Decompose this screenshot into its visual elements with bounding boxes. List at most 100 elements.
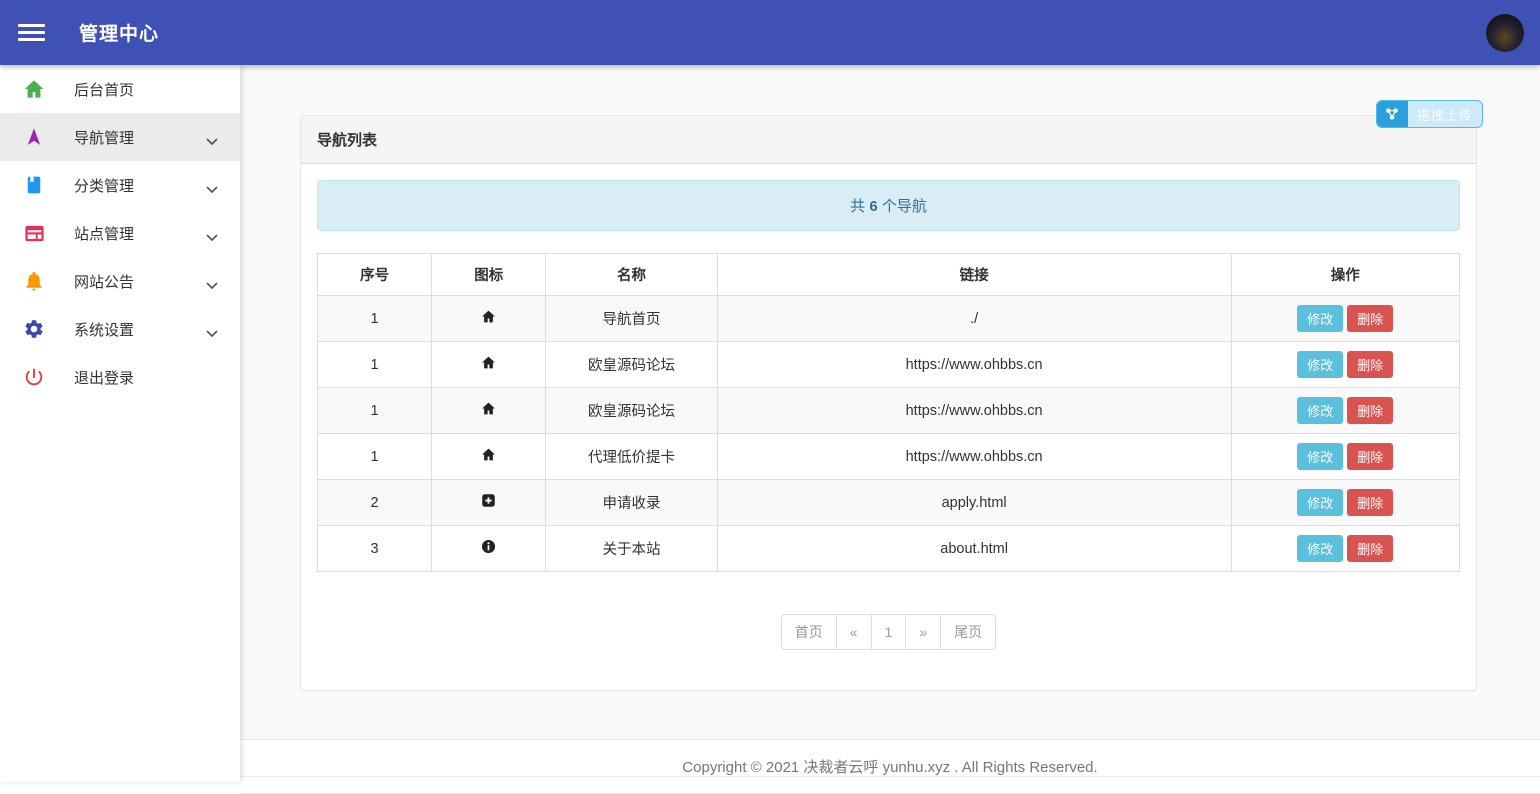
chevron-down-icon: [206, 277, 218, 294]
edit-button[interactable]: 修改: [1297, 489, 1343, 516]
book-icon: [22, 173, 46, 197]
row-icon-cell: [432, 296, 546, 342]
delete-button[interactable]: 删除: [1347, 305, 1393, 332]
row-icon-cell: [432, 388, 546, 434]
sidebar-item-category-management[interactable]: 分类管理: [0, 161, 240, 209]
table-row: 2 申请收录 apply.html 修改删除: [318, 480, 1460, 526]
row-no: 3: [318, 526, 432, 572]
column-header-ops: 操作: [1231, 254, 1459, 296]
plus-square-icon: [481, 493, 496, 508]
avatar[interactable]: [1486, 14, 1524, 52]
floating-upload-widget[interactable]: 拖拽上传: [1376, 100, 1483, 128]
sidebar-item-label: 网站公告: [74, 271, 134, 292]
site-icon: [22, 221, 46, 245]
alert-text: 共: [850, 198, 869, 215]
navigation-icon: [22, 125, 46, 149]
pagination-next[interactable]: »: [905, 614, 941, 650]
card-title: 导航列表: [301, 116, 1476, 164]
nav-list-card: 导航列表 共 6 个导航 序号 图标 名称 链接 操作: [300, 115, 1477, 691]
edit-button[interactable]: 修改: [1297, 351, 1343, 378]
share-nodes-icon: [1377, 101, 1408, 127]
menu-toggle-button[interactable]: [18, 20, 46, 45]
sidebar: 后台首页 导航管理 分类管理: [0, 65, 240, 782]
home-icon: [22, 77, 46, 101]
chevron-down-icon: [206, 181, 218, 198]
delete-button[interactable]: 删除: [1347, 397, 1393, 424]
row-icon-cell: [432, 480, 546, 526]
column-header-name: 名称: [546, 254, 717, 296]
pagination: 首页 « 1 » 尾页: [317, 614, 1460, 650]
table-row: 1 欧皇源码论坛 https://www.ohbbs.cn 修改删除: [318, 388, 1460, 434]
pagination-first[interactable]: 首页: [781, 614, 837, 650]
pagination-last[interactable]: 尾页: [940, 614, 996, 650]
row-no: 1: [318, 296, 432, 342]
edit-button[interactable]: 修改: [1297, 305, 1343, 332]
power-icon: [22, 365, 46, 389]
chevron-down-icon: [206, 133, 218, 150]
sidebar-item-label: 系统设置: [74, 319, 134, 340]
chevron-down-icon: [206, 325, 218, 342]
main-content: 拖拽上传 导航列表 共 6 个导航 序号 图标 名称 链接 操作: [240, 65, 1540, 782]
sidebar-item-label: 后台首页: [74, 79, 134, 100]
home-icon: [481, 447, 496, 462]
table-row: 1 代理低价提卡 https://www.ohbbs.cn 修改删除: [318, 434, 1460, 480]
row-icon-cell: [432, 526, 546, 572]
row-name: 欧皇源码论坛: [546, 342, 717, 388]
delete-button[interactable]: 删除: [1347, 443, 1393, 470]
row-name: 关于本站: [546, 526, 717, 572]
delete-button[interactable]: 删除: [1347, 489, 1393, 516]
table-row: 1 欧皇源码论坛 https://www.ohbbs.cn 修改删除: [318, 342, 1460, 388]
delete-button[interactable]: 删除: [1347, 535, 1393, 562]
column-header-no: 序号: [318, 254, 432, 296]
nav-table: 序号 图标 名称 链接 操作 1 导航首页 ./ 修改删除: [317, 253, 1460, 572]
app-header: 管理中心: [0, 0, 1540, 65]
row-name: 欧皇源码论坛: [546, 388, 717, 434]
sidebar-item-logout[interactable]: 退出登录: [0, 353, 240, 401]
row-link: apply.html: [717, 480, 1231, 526]
row-link: https://www.ohbbs.cn: [717, 342, 1231, 388]
bell-icon: [22, 269, 46, 293]
pagination-prev[interactable]: «: [836, 614, 872, 650]
table-row: 1 导航首页 ./ 修改删除: [318, 296, 1460, 342]
home-icon: [481, 309, 496, 324]
row-actions: 修改删除: [1231, 296, 1459, 342]
alert-count: 6: [869, 198, 877, 215]
gear-icon: [22, 317, 46, 341]
row-no: 2: [318, 480, 432, 526]
row-actions: 修改删除: [1231, 434, 1459, 480]
sidebar-item-announcements[interactable]: 网站公告: [0, 257, 240, 305]
row-name: 导航首页: [546, 296, 717, 342]
edit-button[interactable]: 修改: [1297, 397, 1343, 424]
sidebar-item-nav-management[interactable]: 导航管理: [0, 113, 240, 161]
row-actions: 修改删除: [1231, 388, 1459, 434]
home-icon: [481, 355, 496, 370]
row-link: ./: [717, 296, 1231, 342]
bottom-strip: [240, 776, 1540, 782]
row-no: 1: [318, 434, 432, 480]
table-row: 3 关于本站 about.html 修改删除: [318, 526, 1460, 572]
column-header-icon: 图标: [432, 254, 546, 296]
row-link: about.html: [717, 526, 1231, 572]
sidebar-item-site-management[interactable]: 站点管理: [0, 209, 240, 257]
row-no: 1: [318, 388, 432, 434]
footer: Copyright © 2021 决裁者云呼 yunhu.xyz . All R…: [240, 739, 1540, 794]
info-circle-icon: [481, 539, 496, 554]
sidebar-item-system-settings[interactable]: 系统设置: [0, 305, 240, 353]
edit-button[interactable]: 修改: [1297, 535, 1343, 562]
nav-count-alert: 共 6 个导航: [317, 180, 1460, 231]
row-link: https://www.ohbbs.cn: [717, 388, 1231, 434]
row-actions: 修改删除: [1231, 342, 1459, 388]
row-name: 申请收录: [546, 480, 717, 526]
row-link: https://www.ohbbs.cn: [717, 434, 1231, 480]
row-no: 1: [318, 342, 432, 388]
edit-button[interactable]: 修改: [1297, 443, 1343, 470]
copyright-text: Copyright © 2021 决裁者云呼 yunhu.xyz . All R…: [682, 759, 1097, 776]
row-icon-cell: [432, 434, 546, 480]
row-actions: 修改删除: [1231, 480, 1459, 526]
home-icon: [481, 401, 496, 416]
row-name: 代理低价提卡: [546, 434, 717, 480]
delete-button[interactable]: 删除: [1347, 351, 1393, 378]
pagination-page-1[interactable]: 1: [871, 614, 907, 650]
column-header-link: 链接: [717, 254, 1231, 296]
sidebar-item-home[interactable]: 后台首页: [0, 65, 240, 113]
